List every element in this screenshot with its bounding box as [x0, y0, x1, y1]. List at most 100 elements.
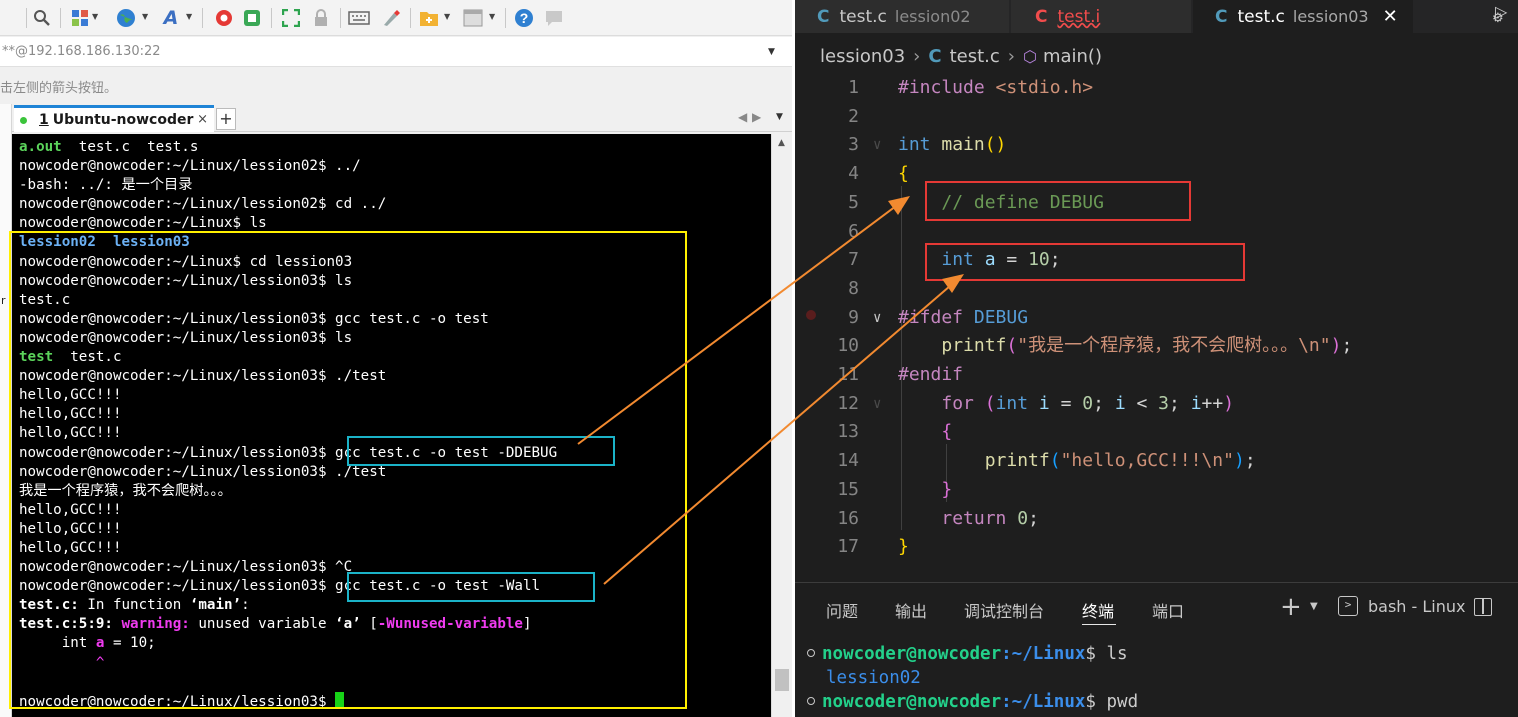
search-icon[interactable] [31, 7, 53, 29]
code-line: 13 { [795, 418, 1518, 447]
integrated-terminal[interactable]: nowcoder@nowcoder:~/Linux$ ls lession02 no… [795, 642, 1518, 717]
chevron-down-icon[interactable]: ▼ [444, 12, 450, 21]
code-token: 0 [1017, 507, 1029, 529]
code-token: { [898, 163, 909, 185]
new-terminal-button[interactable]: + [1280, 592, 1302, 622]
chevron-down-icon[interactable]: ▼ [1310, 601, 1318, 612]
code-line: 16 return 0; [795, 505, 1518, 534]
terminal-selector[interactable]: > bash - Linux [1338, 596, 1466, 616]
split-terminal-icon[interactable] [1474, 598, 1492, 616]
command-status-icon[interactable] [807, 697, 815, 705]
code-text: printf("hello,GCC!!!\n"); [898, 447, 1256, 476]
terminal-line: nowcoder@nowcoder:~/Linux/lession02$ cd … [19, 195, 771, 214]
code-text: #endif [898, 361, 963, 390]
tab-filename: test.c [1237, 6, 1285, 27]
code-line: 14 printf("hello,GCC!!!\n"); [795, 447, 1518, 476]
code-line: 17} [795, 533, 1518, 562]
close-icon[interactable]: ✕ [1383, 6, 1398, 27]
vscode-window: C test.c lession02 C test.i C test.c les… [795, 0, 1518, 717]
tab-test-c-lession02[interactable]: C test.c lession02 [795, 0, 1009, 33]
lock-icon[interactable] [310, 7, 332, 29]
keyboard-icon[interactable] [347, 7, 371, 29]
tab-test-c-lession03[interactable]: C test.c lession03 ✕ [1193, 0, 1413, 33]
line-number: 10 [837, 335, 859, 357]
xmanager-icon[interactable] [241, 7, 263, 29]
chevron-down-icon[interactable]: ▼ [776, 112, 783, 122]
tab-test-i[interactable]: C test.i [1011, 0, 1191, 33]
globe-icon[interactable] [115, 7, 137, 29]
code-text: #ifdef DEBUG [898, 304, 1028, 333]
chevron-up-icon[interactable]: ▲ [778, 138, 785, 148]
toolbar-separator [505, 8, 506, 28]
terminal-text: nowcoder@nowcoder:~/Linux/lession02$ ../ [19, 158, 361, 175]
chat-icon[interactable] [543, 7, 565, 29]
code-text: return 0; [898, 505, 1039, 534]
highlight-icon[interactable] [380, 7, 402, 29]
code-token: printf [984, 450, 1050, 472]
scrollbar[interactable]: ▲ [771, 134, 792, 717]
code-token: #include [898, 77, 996, 98]
chevron-right-icon: › [1007, 45, 1015, 67]
code-line: 1 #include <stdio.h> [795, 74, 1518, 103]
chevron-left-icon[interactable]: ◀ [738, 110, 747, 124]
tab-filename: test.c [839, 6, 887, 27]
tab-problems[interactable]: 问题 [826, 598, 858, 622]
tab-output[interactable]: 输出 [895, 598, 927, 622]
layout-icon[interactable] [462, 7, 484, 29]
scrollbar-thumb[interactable] [775, 669, 789, 691]
breadcrumb-symbol[interactable]: main() [1043, 46, 1102, 67]
chevron-down-icon[interactable]: ▼ [768, 47, 775, 57]
code-token: { [941, 421, 953, 443]
code-token: DEBUG [973, 306, 1029, 328]
chevron-right-icon: › [913, 45, 921, 67]
breadcrumb-file[interactable]: test.c [950, 46, 1000, 67]
code-editor[interactable]: 1 #include <stdio.h> 2 3 ∨ int main() 4{5 // d… [795, 74, 1518, 574]
code-token: ) [1233, 450, 1245, 472]
session-manager-icon[interactable] [69, 7, 91, 29]
help-icon[interactable]: ? [513, 7, 535, 29]
add-tab-button[interactable]: + [216, 108, 236, 130]
gear-icon[interactable]: ⚙ [1492, 11, 1504, 26]
terminal-line: -bash: ../: 是一个目录 [19, 176, 771, 195]
code-token: printf [941, 335, 1007, 357]
fold-chevron-icon[interactable]: ∨ [873, 390, 881, 419]
terminal-line: nowcoder@nowcoder:~/Linux$ pwd [807, 690, 1138, 714]
code-token: i [1038, 392, 1050, 414]
code-line: 2 [795, 103, 1518, 132]
tab-ports[interactable]: 端口 [1152, 598, 1184, 622]
code-line: 3 ∨ int main() [795, 131, 1518, 160]
code-text: #include <stdio.h> [898, 74, 1093, 103]
chevron-down-icon[interactable]: ▼ [489, 12, 495, 21]
font-icon[interactable]: A [159, 7, 183, 29]
tab-debug-console[interactable]: 调试控制台 [964, 598, 1044, 622]
chevron-right-icon[interactable]: ▶ [752, 110, 761, 124]
xftp-icon[interactable] [213, 7, 235, 29]
new-folder-icon[interactable] [418, 7, 440, 29]
tab-terminal[interactable]: 终端 [1082, 598, 1114, 622]
line-number: 12 [837, 392, 859, 414]
highlight-box-yellow [9, 231, 687, 709]
c-file-icon: C [1215, 6, 1228, 27]
tab-ubuntu-nowcoder[interactable]: 1 Ubuntu-nowcoder × [14, 105, 214, 132]
fold-chevron-icon[interactable]: ∨ [873, 131, 881, 160]
terminal-icon: > [1338, 596, 1358, 616]
line-number: 6 [848, 220, 859, 242]
command-status-icon[interactable] [807, 649, 815, 657]
breadcrumb-folder[interactable]: lession03 [820, 46, 905, 67]
address-bar[interactable]: **@192.168.186.130:22 ▼ [0, 37, 792, 67]
chevron-down-icon[interactable]: ▼ [186, 12, 192, 21]
chevron-down-icon[interactable]: ▼ [142, 12, 148, 21]
code-token: = [1049, 392, 1083, 414]
code-token: ; [1341, 335, 1353, 357]
address-text[interactable]: **@192.168.186.130:22 [2, 44, 161, 59]
connection-status-icon [20, 116, 27, 124]
tab-title: Ubuntu-nowcoder [52, 112, 194, 128]
code-line: 10 printf("我是一个程序猿，我不会爬树。。。\n"); [795, 332, 1518, 361]
fullscreen-icon[interactable] [280, 7, 302, 29]
tab-folder: lession02 [894, 7, 971, 26]
chevron-down-icon[interactable]: ▼ [92, 12, 98, 21]
close-icon[interactable]: × [197, 112, 208, 127]
fold-chevron-icon[interactable]: ∨ [873, 304, 881, 333]
